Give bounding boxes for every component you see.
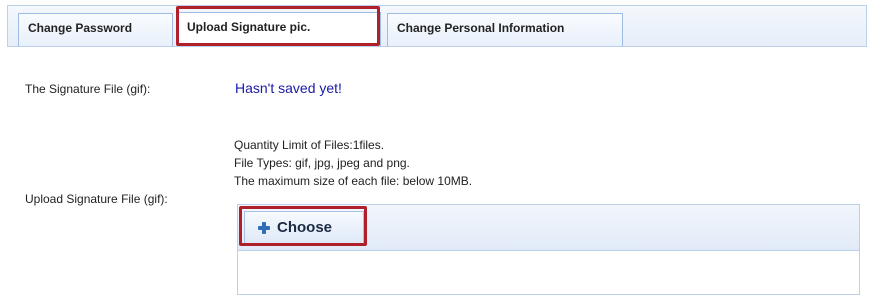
file-uploader: Choose [237, 204, 860, 295]
upload-signature-form: The Signature File (gif): Hasn't saved y… [7, 46, 867, 296]
uploaded-file-list [238, 251, 859, 294]
choose-button-label: Choose [277, 219, 333, 236]
tab-label: Upload Signature pic. [187, 20, 311, 34]
upload-signature-label: Upload Signature File (gif): [25, 192, 168, 206]
tab-label: Change Personal Information [397, 21, 565, 35]
choose-file-button[interactable]: Choose [244, 211, 364, 244]
file-types-text: File Types: gif, jpg, jpeg and png. [234, 156, 410, 170]
quantity-limit-text: Quantity Limit of Files:1files. [234, 138, 385, 152]
uploader-toolbar: Choose [238, 205, 859, 251]
tab-strip: Change Password Upload Signature pic. Ch… [7, 5, 867, 47]
profile-settings-panel: Change Password Upload Signature pic. Ch… [0, 0, 875, 296]
signature-file-label: The Signature File (gif): [25, 82, 151, 96]
plus-icon [257, 221, 271, 235]
tab-change-personal-information[interactable]: Change Personal Information [387, 13, 623, 46]
tab-change-password[interactable]: Change Password [18, 13, 173, 46]
tab-label: Change Password [28, 21, 133, 35]
max-size-text: The maximum size of each file: below 10M… [234, 174, 473, 188]
tab-upload-signature[interactable]: Upload Signature pic. [177, 12, 381, 47]
signature-status-text: Hasn't saved yet! [235, 80, 342, 96]
